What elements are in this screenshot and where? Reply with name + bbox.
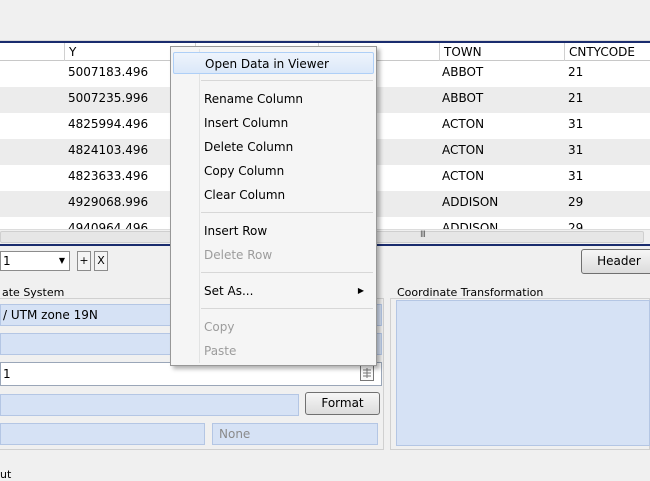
column-header-town[interactable]: TOWN (440, 43, 564, 61)
top-panel (0, 0, 650, 41)
coordinate-system-input-value: 1 (3, 367, 11, 381)
header-button[interactable]: Header (581, 249, 650, 274)
menu-item-copy-column[interactable]: Copy Column (173, 160, 374, 182)
menu-item-insert-row[interactable]: Insert Row (173, 220, 374, 242)
cell-town[interactable]: ADDISON (440, 191, 498, 217)
menu-separator (201, 80, 373, 81)
chevron-down-icon: ▼ (58, 256, 65, 265)
cell-cntycode[interactable]: 29 (566, 191, 583, 217)
column-select-dropdown[interactable]: 1 ▼ (0, 251, 70, 271)
cell-town[interactable]: ACTON (440, 113, 484, 139)
table-picker-icon[interactable] (360, 365, 374, 381)
none-field-value: None (219, 427, 251, 441)
menu-item-open-data-in-viewer[interactable]: Open Data in Viewer (173, 52, 374, 74)
column-select-value: 1 (3, 254, 11, 268)
cell-town[interactable]: ABBOT (440, 87, 483, 113)
cell-cntycode[interactable]: 21 (566, 61, 583, 87)
menu-item-clear-column[interactable]: Clear Column (173, 184, 374, 206)
coordinate-transformation-field[interactable] (396, 300, 650, 446)
submenu-arrow-icon: ▶ (357, 286, 364, 295)
coordinate-system-label: ate System (2, 286, 65, 299)
none-field[interactable]: None (212, 423, 378, 445)
menu-separator (201, 272, 373, 273)
context-menu: Open Data in Viewer Rename Column Insert… (170, 46, 377, 366)
cell-town[interactable]: ABBOT (440, 61, 483, 87)
menu-item-paste: Paste (204, 344, 237, 358)
coordinate-system-field-5[interactable] (0, 423, 205, 445)
cell-y[interactable]: 4824103.496 (66, 139, 148, 165)
cell-y[interactable]: 5007183.496 (66, 61, 148, 87)
column-header-hidden[interactable] (0, 43, 64, 61)
menu-item-rename-column[interactable]: Rename Column (173, 88, 374, 110)
menu-item-set-as[interactable]: Set As... ▶ (173, 280, 374, 302)
menu-item-insert-column[interactable]: Insert Column (173, 112, 374, 134)
cell-cntycode[interactable]: 31 (566, 165, 583, 191)
coordinate-system-field-4[interactable] (0, 394, 299, 416)
menu-item-delete-column[interactable]: Delete Column (173, 136, 374, 158)
format-button[interactable]: Format (305, 392, 380, 415)
cell-y[interactable]: 5007235.996 (66, 87, 148, 113)
column-header-cntycode[interactable]: CNTYCODE (565, 43, 650, 61)
cell-y[interactable]: 4929068.996 (66, 191, 148, 217)
cell-cntycode[interactable]: 31 (566, 139, 583, 165)
menu-item-delete-row: Delete Row (204, 248, 273, 262)
cell-cntycode[interactable]: 31 (566, 113, 583, 139)
bottom-label: ut (0, 468, 12, 481)
add-button[interactable]: + (77, 251, 91, 271)
menu-item-copy: Copy (204, 320, 235, 334)
menu-item-set-as-label: Set As... (204, 284, 254, 298)
cell-town[interactable]: ACTON (440, 165, 484, 191)
cell-y[interactable]: 4825994.496 (66, 113, 148, 139)
scrollbar-grip-icon: III (420, 230, 426, 240)
remove-button[interactable]: X (94, 251, 108, 271)
coordinate-system-name-value: / UTM zone 19N (3, 308, 98, 322)
cell-y[interactable]: 4823633.496 (66, 165, 148, 191)
coordinate-transformation-label: Coordinate Transformation (397, 286, 544, 299)
cell-town[interactable]: ACTON (440, 139, 484, 165)
cell-cntycode[interactable]: 21 (566, 87, 583, 113)
menu-separator (201, 212, 373, 213)
menu-separator (201, 308, 373, 309)
